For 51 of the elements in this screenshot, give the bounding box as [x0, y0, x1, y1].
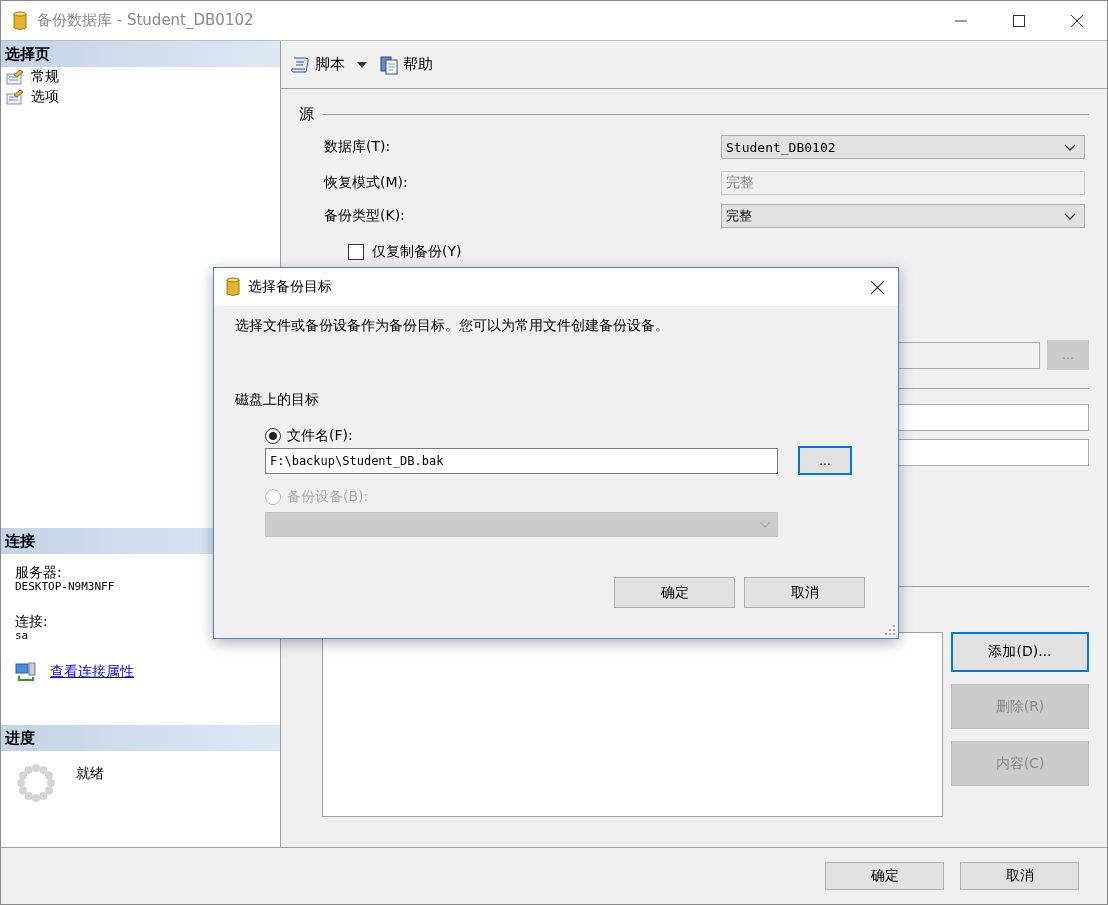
maximize-icon[interactable]: [1013, 14, 1025, 27]
footer-button[interactable]: 确定: [825, 862, 944, 890]
destination-button[interactable]: 添加(D)...: [951, 632, 1089, 672]
chevron-icon: [1064, 143, 1076, 151]
checkbox-label: 仅复制备份(Y): [372, 243, 462, 261]
computer-icon: [15, 662, 37, 682]
caret-icon[interactable]: [357, 61, 367, 68]
dialog-title: 选择备份目标: [248, 278, 332, 296]
radio-label: 备份设备(B):: [287, 488, 369, 506]
toolbar-button[interactable]: 脚本: [289, 52, 347, 77]
database-icon: [13, 10, 27, 31]
page-icon: [6, 69, 24, 85]
window-title: 备份数据库 - Student_DB0102: [37, 11, 254, 30]
checkbox[interactable]: [348, 244, 364, 260]
file-name-field[interactable]: F:\backup\Student_DB.bak: [265, 447, 778, 474]
close-icon[interactable]: [1071, 14, 1083, 27]
page-icon: [6, 89, 24, 105]
section-header: 选择页: [1, 41, 280, 67]
read-only-field: 完整: [721, 171, 1085, 195]
radio-button[interactable]: [265, 428, 281, 444]
dialog-button[interactable]: 取消: [744, 577, 865, 608]
field-label: 备份类型(K):: [324, 207, 406, 225]
server-label: 服务器:: [15, 564, 63, 580]
resize-grip-icon[interactable]: [885, 625, 895, 635]
dialog-message: 选择文件或备份设备作为备份目标。您可以为常用文件创建备份设备。: [235, 317, 670, 335]
field-label: 数据库(T):: [324, 138, 392, 156]
login-label: 连接:: [15, 613, 49, 629]
close-icon[interactable]: [871, 280, 884, 294]
dropdown[interactable]: 完整: [721, 204, 1085, 228]
dialog-button[interactable]: 确定: [614, 577, 735, 608]
spinner-icon: [16, 763, 56, 803]
toolbar-button[interactable]: 帮助: [377, 52, 435, 77]
connection-properties-link[interactable]: 查看连接属性: [50, 663, 134, 681]
progress-status: 就绪: [76, 765, 104, 783]
group-label: 源: [299, 104, 314, 124]
field-label: 恢复模式(M):: [324, 174, 409, 192]
script-icon: [291, 54, 311, 75]
section-label: 磁盘上的目标: [235, 391, 320, 409]
login-name: sa: [15, 629, 30, 642]
dropdown[interactable]: Student_DB0102: [721, 135, 1085, 159]
server-name: DESKTOP-N9M3NFF: [15, 580, 116, 593]
database-icon: [226, 277, 240, 297]
help-icon: [379, 54, 399, 75]
page-item[interactable]: 选项: [30, 88, 60, 106]
browse-button[interactable]: ...: [798, 446, 852, 475]
radio-label: 文件名(F):: [287, 427, 353, 445]
page-item[interactable]: 常规: [30, 68, 60, 86]
chevron-icon: [759, 521, 771, 528]
footer-button[interactable]: 取消: [960, 862, 1079, 890]
chevron-icon: [1064, 212, 1076, 220]
section-header: 进度: [1, 725, 280, 751]
